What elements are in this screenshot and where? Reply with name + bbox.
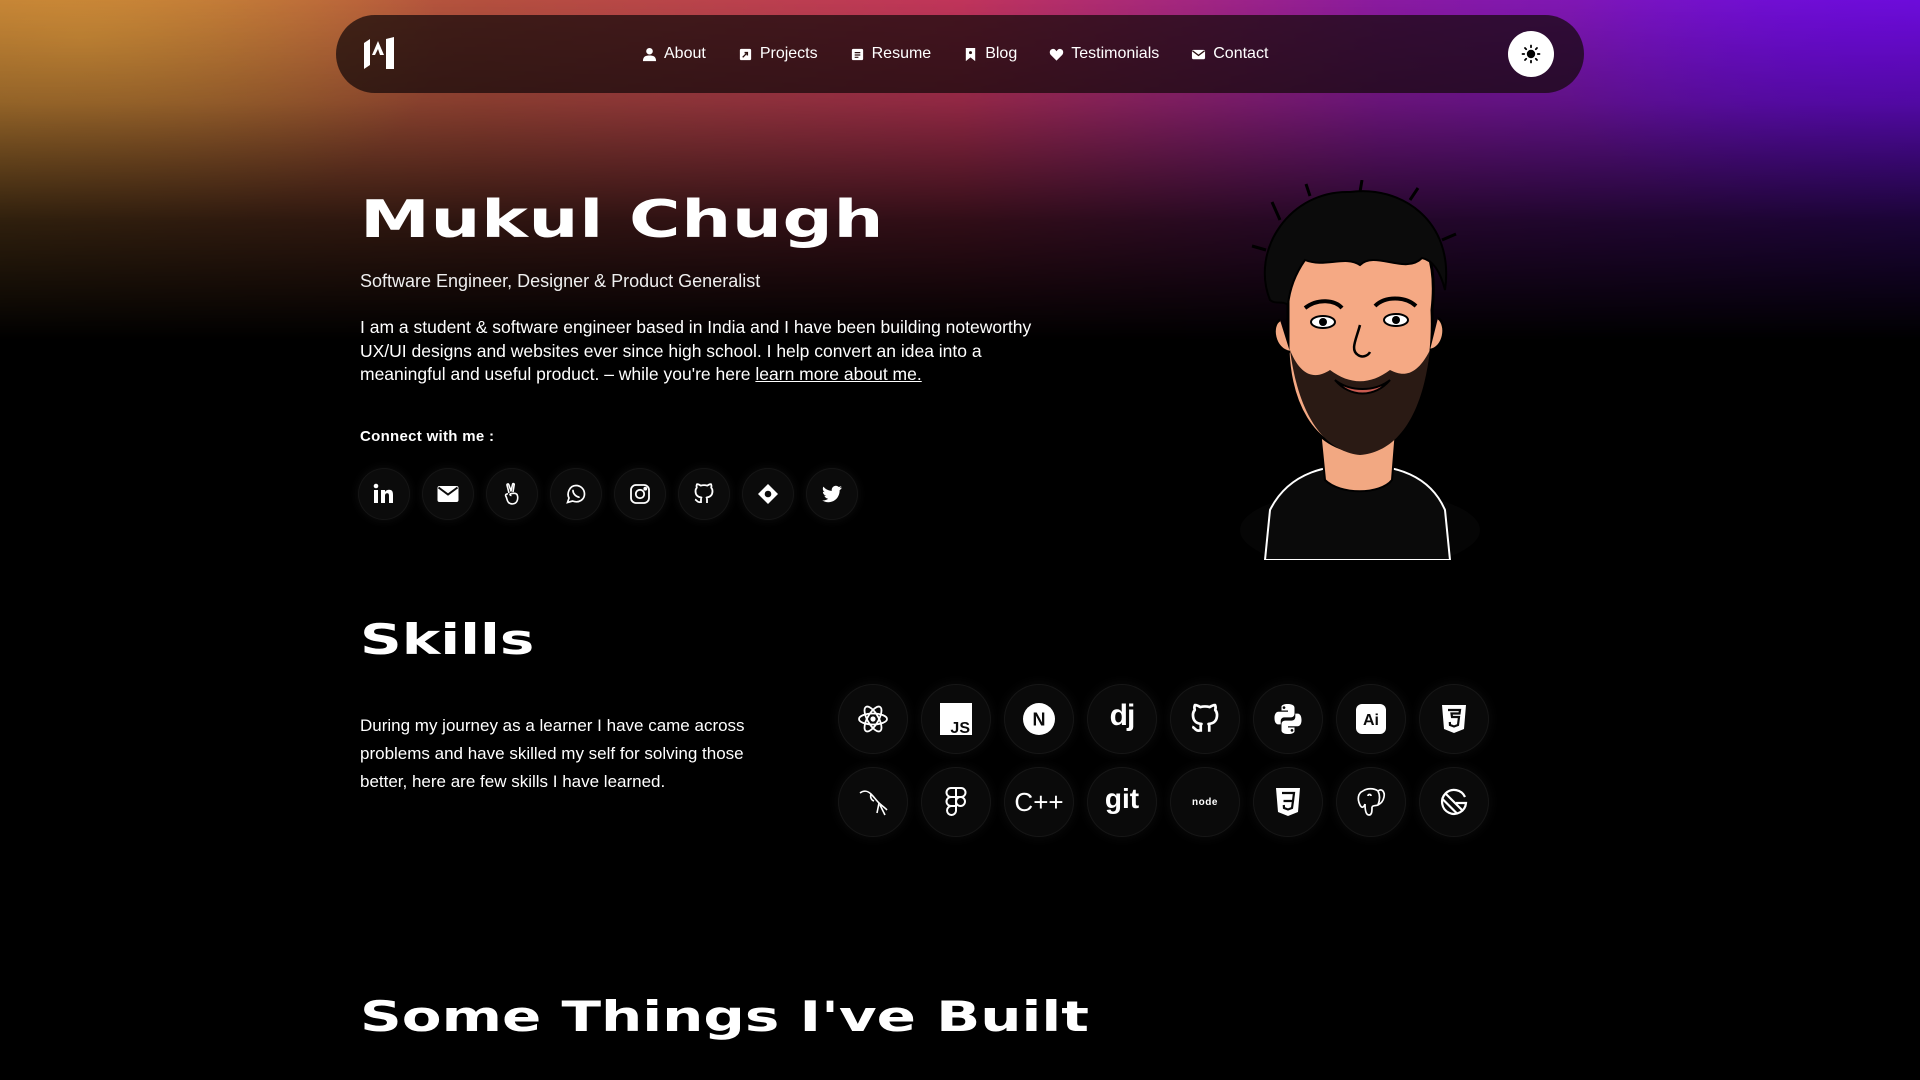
github-button[interactable] (678, 468, 730, 520)
whatsapp-button[interactable] (550, 468, 602, 520)
skill-javascript[interactable]: JS (921, 684, 991, 754)
nextjs-icon: N (1023, 703, 1055, 735)
projects-icon (739, 48, 751, 60)
linkedin-button[interactable] (358, 468, 410, 520)
skills-title: Skills (360, 615, 535, 664)
nav-item-label: Contact (1213, 45, 1269, 62)
skill-text: Ai (1363, 712, 1379, 729)
hashnode-button[interactable] (742, 468, 794, 520)
python-icon (1274, 704, 1302, 734)
twitter-button[interactable] (806, 468, 858, 520)
learn-more-link[interactable]: learn more about me. (755, 364, 921, 384)
nav-item-resume[interactable]: Resume (850, 45, 932, 63)
skill-illustrator[interactable]: Ai (1336, 684, 1406, 754)
nav-item-label: About (664, 45, 706, 62)
navbar: About Projects Resume Blog Testimonials … (336, 15, 1584, 93)
figma-icon (945, 787, 967, 816)
nav-item-about[interactable]: About (642, 45, 706, 63)
skill-github[interactable] (1170, 684, 1240, 754)
illustrator-icon: Ai (1356, 704, 1386, 734)
angellist-button[interactable] (486, 468, 538, 520)
postgresql-icon (1357, 787, 1386, 816)
hero-name: Mukul Chugh (360, 190, 885, 250)
envelope-icon (1192, 49, 1206, 59)
mysql-icon (859, 790, 888, 816)
skill-text: JS (950, 720, 970, 736)
skill-nextjs[interactable]: N (1004, 684, 1074, 754)
hashnode-icon (758, 484, 778, 504)
email-button[interactable] (422, 468, 474, 520)
skill-html5[interactable] (1419, 684, 1489, 754)
nav-item-projects[interactable]: Projects (738, 45, 818, 63)
skill-cpp[interactable]: C++ (1004, 767, 1074, 837)
github-icon (694, 483, 714, 504)
css3-icon (1276, 788, 1300, 816)
skill-css3[interactable] (1253, 767, 1323, 837)
nav-item-label: Testimonials (1071, 45, 1160, 62)
projects-title: Some Things I've Built (360, 992, 1090, 1041)
linkedin-icon (373, 483, 393, 503)
skills-description: During my journey as a learner I have ca… (360, 716, 745, 791)
nodejs-icon: node (1192, 796, 1218, 808)
logo-icon[interactable] (362, 35, 402, 71)
theme-toggle-button[interactable] (1508, 31, 1554, 77)
hero-tagline: Software Engineer, Designer & Product Ge… (360, 271, 761, 291)
instagram-icon (630, 484, 650, 504)
angellist-icon (504, 482, 519, 505)
nav-item-blog[interactable]: Blog (963, 45, 1017, 63)
skill-react[interactable] (838, 684, 908, 754)
avatar-illustration (1240, 180, 1480, 560)
mail-icon (437, 486, 459, 502)
hero-bio: I am a student & software engineer based… (360, 316, 1040, 387)
nav-item-label: Resume (871, 45, 932, 62)
resume-icon (851, 48, 863, 60)
nav-item-label: Projects (759, 45, 818, 62)
twitter-icon (822, 485, 842, 503)
nav-menu: About Projects Resume Blog Testimonials … (642, 15, 1300, 93)
user-icon (642, 47, 657, 61)
nav-item-contact[interactable]: Contact (1191, 45, 1268, 63)
cpp-icon: C++ (1014, 786, 1064, 817)
html5-icon (1442, 705, 1466, 733)
sun-icon (1521, 44, 1541, 64)
nav-item-testimonials[interactable]: Testimonials (1049, 45, 1159, 63)
heart-icon (1049, 48, 1064, 61)
instagram-button[interactable] (614, 468, 666, 520)
skills-grid: JS N dj Ai C++ git node (838, 684, 1489, 837)
git-icon: git (1104, 783, 1140, 814)
whatsapp-icon (566, 484, 586, 504)
gatsby-icon (1440, 788, 1468, 815)
skill-postgresql[interactable] (1336, 767, 1406, 837)
skill-figma[interactable] (921, 767, 991, 837)
skill-gatsby[interactable] (1419, 767, 1489, 837)
react-icon (858, 705, 888, 733)
nav-item-label: Blog (985, 45, 1018, 62)
skill-mysql[interactable] (838, 767, 908, 837)
skill-nodejs[interactable]: node (1170, 767, 1240, 837)
javascript-icon: JS (940, 703, 972, 736)
social-links (358, 468, 858, 520)
github-icon (1191, 703, 1219, 732)
hero-bio-text: I am a student & software engineer based… (360, 317, 1032, 384)
connect-label: Connect with me : (360, 428, 495, 445)
skill-text: N (1033, 710, 1046, 730)
skill-python[interactable] (1253, 684, 1323, 754)
django-icon: dj (1109, 699, 1136, 732)
bookmark-icon (966, 47, 976, 61)
skill-git[interactable]: git (1087, 767, 1157, 837)
skill-django[interactable]: dj (1087, 684, 1157, 754)
